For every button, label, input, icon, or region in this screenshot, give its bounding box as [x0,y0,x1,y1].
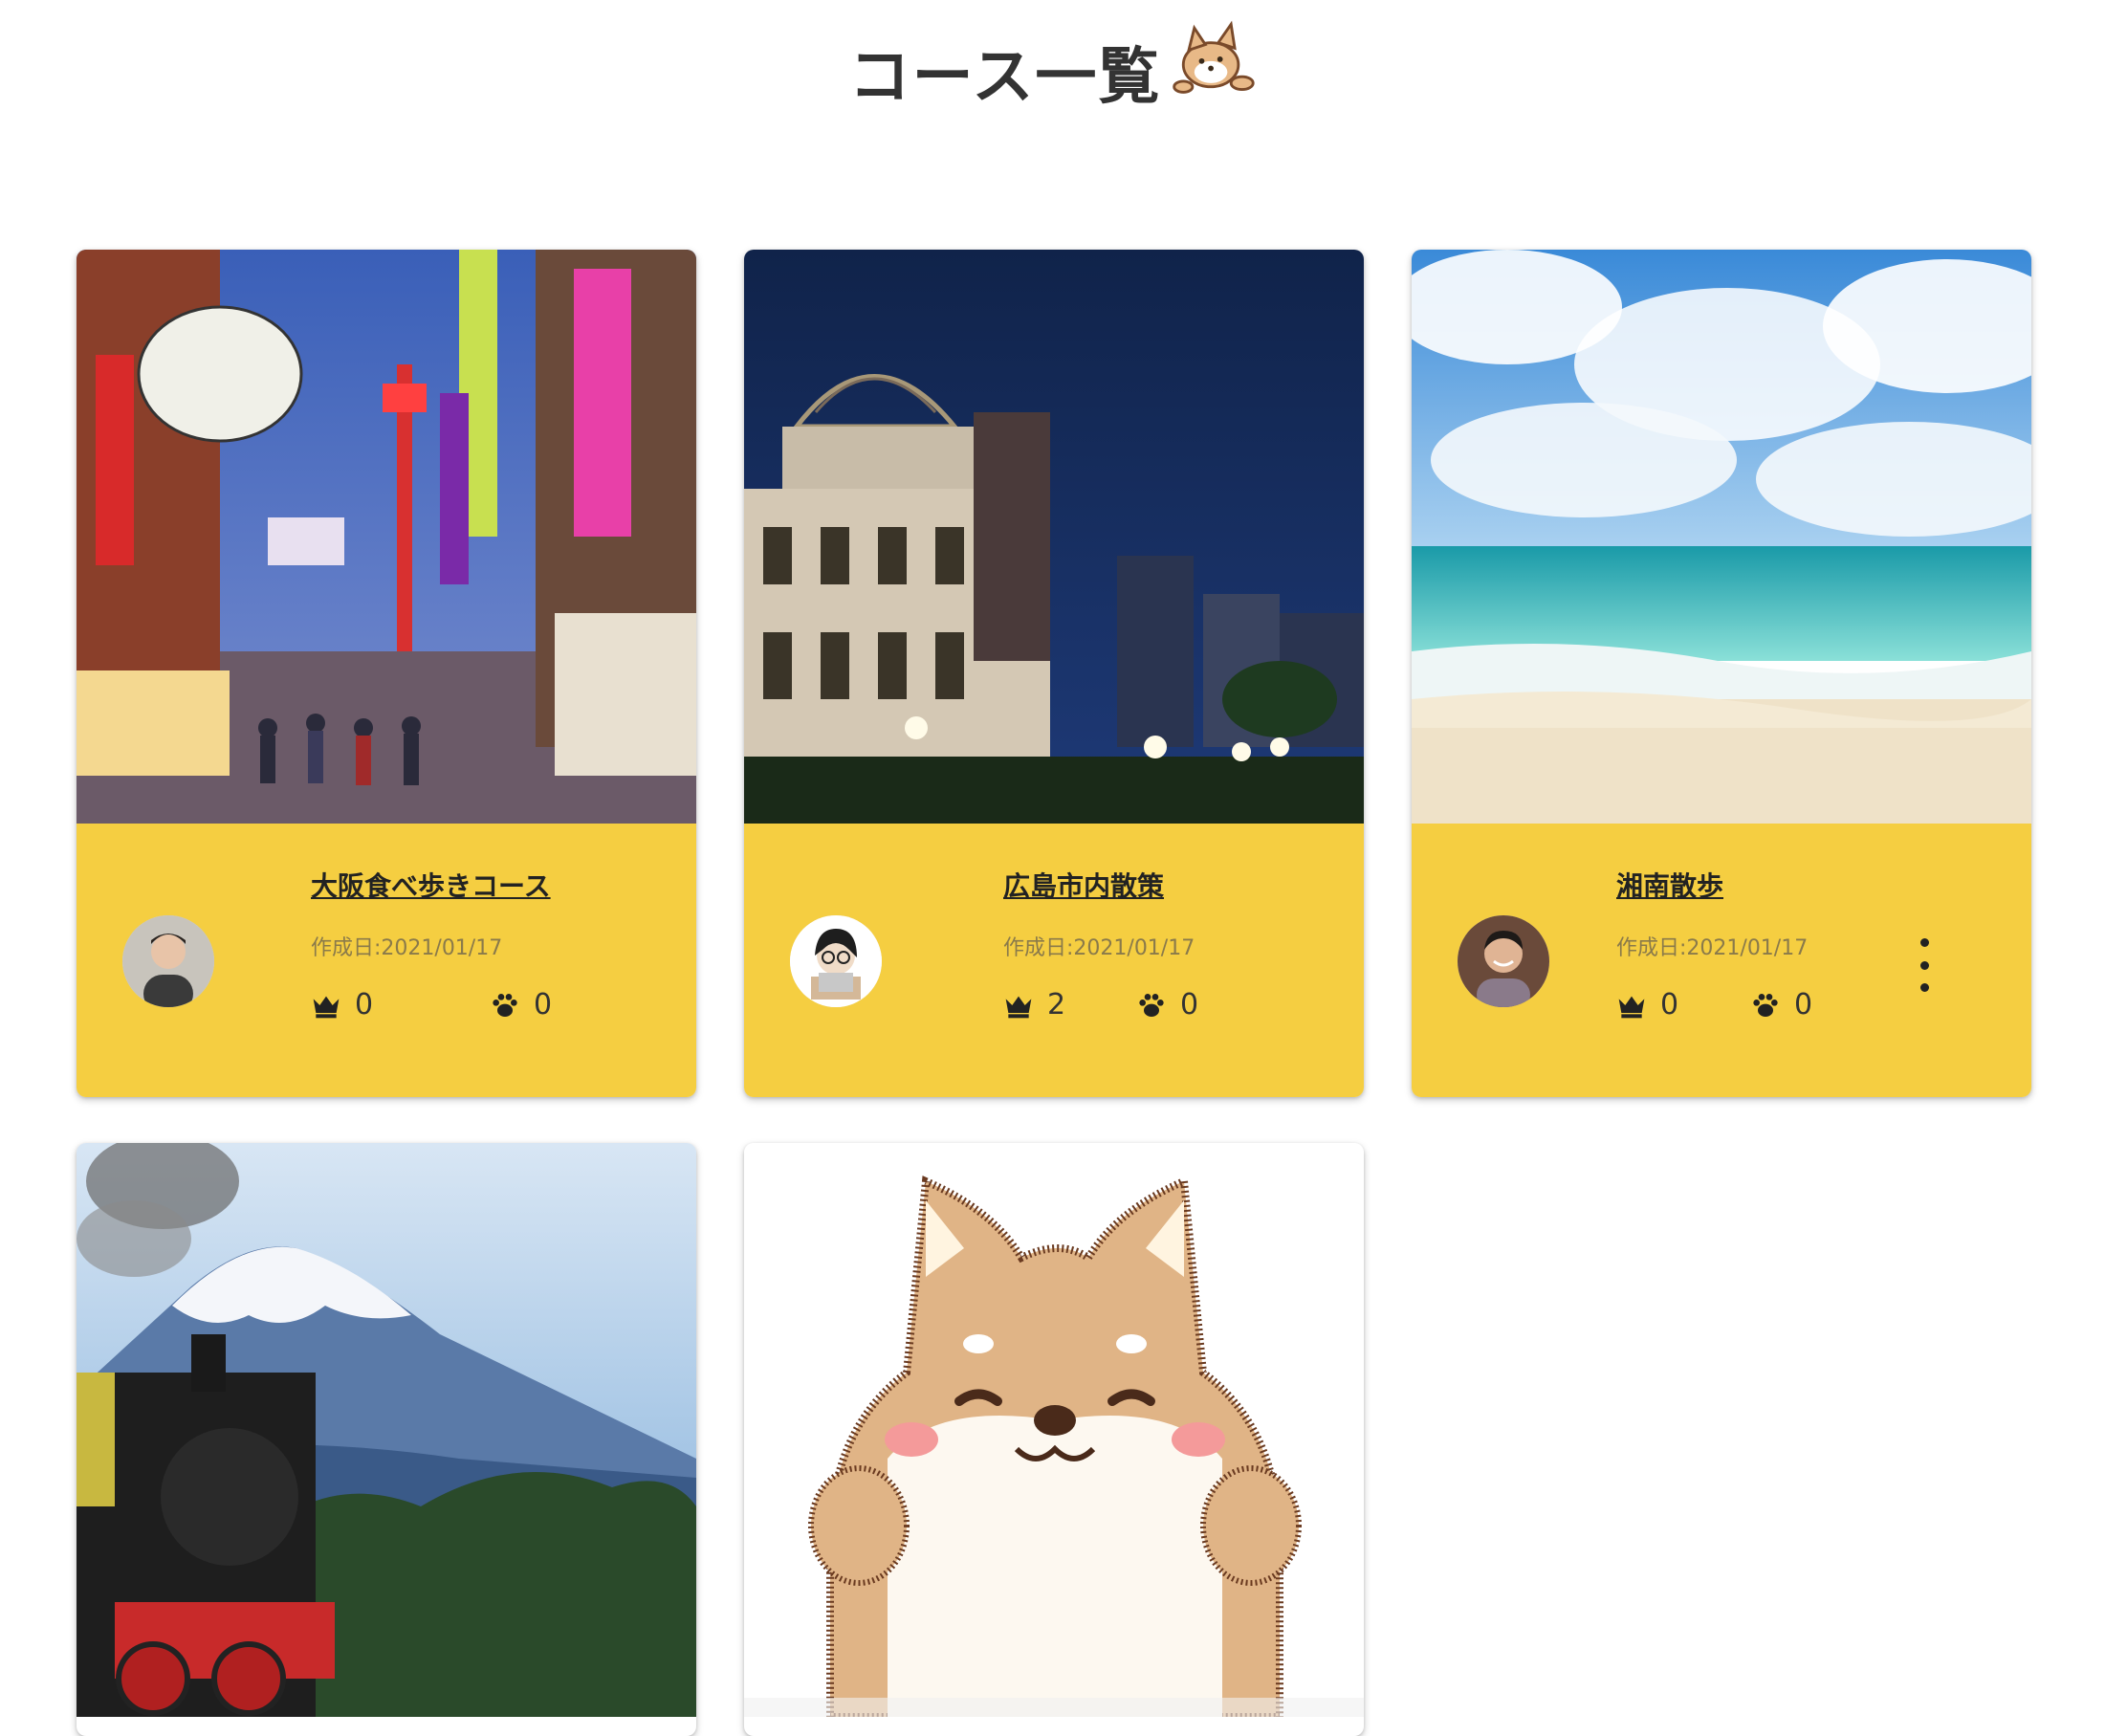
shiba-dog-illustration[interactable] [744,1143,1364,1717]
page-title: コース一覧 [848,42,1162,113]
crown-count: 0 [311,988,373,1022]
page-header: コース一覧 [0,19,2127,124]
paw-icon [1753,993,1778,1017]
card-footer: 広島市内散策 作成日:2021/01/17 2 0 [744,824,1364,1097]
crown-count: 2 [1003,988,1065,1022]
paw-count: 0 [1136,988,1198,1022]
paw-count: 0 [490,988,552,1022]
user-avatar-2[interactable] [790,915,882,1007]
user-avatar-1[interactable] [122,915,214,1007]
crown-count: 0 [1616,988,1678,1022]
paw-count: 0 [1750,988,1812,1022]
course-card[interactable] [77,1143,696,1736]
paw-icon [1139,993,1164,1017]
fuji-steam-train-photo[interactable] [77,1143,696,1717]
course-card[interactable]: 湘南散歩 作成日:2021/01/17 0 0 [1412,250,2031,1097]
course-card[interactable]: 広島市内散策 作成日:2021/01/17 2 0 [744,250,1364,1097]
course-title-link[interactable]: 湘南散歩 [1616,866,1723,904]
card-footer: 大阪食べ歩きコース 作成日:2021/01/17 0 0 [77,824,696,1097]
crown-icon [1005,996,1032,1018]
created-date: 作成日:2021/01/17 [1003,936,1195,960]
user-avatar-3[interactable] [1458,915,1549,1007]
crown-icon [313,996,340,1018]
created-date: 作成日:2021/01/17 [1616,936,1809,960]
paw-icon [493,993,517,1017]
hiroshima-dome-photo[interactable] [744,250,1364,824]
shonan-beach-photo[interactable] [1412,250,2031,824]
crown-icon [1618,996,1645,1018]
created-date: 作成日:2021/01/17 [311,936,503,960]
course-title-link[interactable]: 広島市内散策 [1003,866,1164,904]
more-vert-icon[interactable] [1909,938,1940,992]
course-card[interactable] [744,1143,1364,1736]
osaka-shinsekai-photo[interactable] [77,250,696,824]
course-card[interactable]: 大阪食べ歩きコース 作成日:2021/01/17 0 0 [77,250,696,1097]
shiba-dog-icon [1173,20,1256,94]
card-footer: 湘南散歩 作成日:2021/01/17 0 0 [1412,824,2031,1097]
course-title-link[interactable]: 大阪食べ歩きコース [311,866,551,904]
